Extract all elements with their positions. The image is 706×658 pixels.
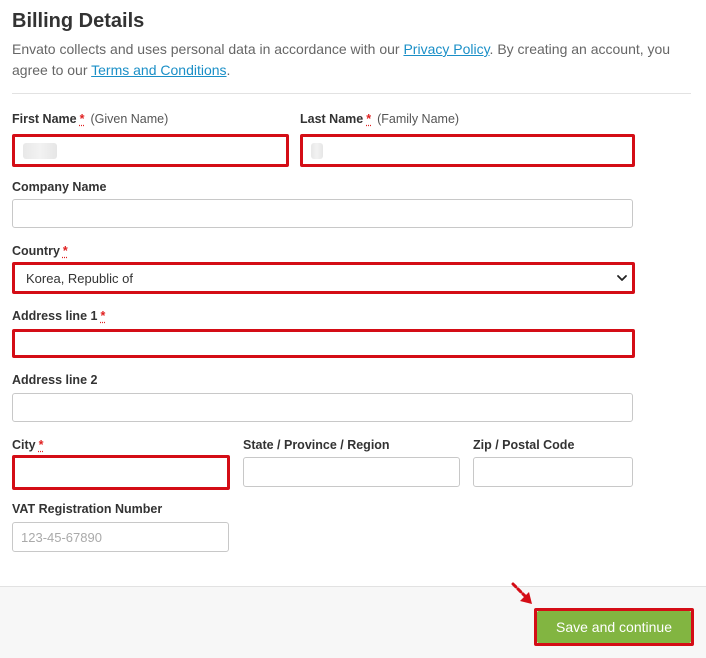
city-field[interactable] — [12, 455, 230, 490]
address2-field[interactable] — [12, 393, 633, 422]
country-value: Korea, Republic of — [26, 270, 133, 286]
page-title: Billing Details — [12, 10, 145, 32]
last-name-label: Last Name * (Family Name) — [300, 112, 460, 126]
privacy-policy-link[interactable]: Privacy Policy — [403, 41, 489, 57]
state-field[interactable] — [243, 457, 460, 487]
zip-label: Zip / Postal Code — [473, 438, 575, 452]
save-and-continue-button[interactable]: Save and continue — [537, 611, 691, 643]
intro-prefix: Envato collects and uses personal data i… — [12, 41, 404, 57]
required-marker: * — [79, 112, 85, 126]
divider — [12, 93, 691, 94]
vat-placeholder: 123-45-67890 — [21, 529, 102, 545]
last-name-hint: (Family Name) — [377, 112, 460, 126]
first-name-hint: (Given Name) — [90, 112, 169, 126]
address1-label: Address line 1 * — [12, 309, 106, 323]
first-name-field[interactable] — [12, 134, 289, 167]
state-label: State / Province / Region — [243, 438, 390, 452]
required-marker: * — [100, 309, 106, 323]
address1-field[interactable] — [12, 329, 635, 358]
chevron-down-icon — [617, 275, 627, 281]
vat-label: VAT Registration Number — [12, 502, 163, 516]
company-field[interactable] — [12, 199, 633, 228]
first-name-label: First Name * (Given Name) — [12, 112, 169, 126]
country-select[interactable]: Korea, Republic of — [12, 262, 635, 294]
intro-text: Envato collects and uses personal data i… — [12, 39, 697, 81]
country-label: Country * — [12, 244, 68, 258]
zip-field[interactable] — [473, 457, 633, 487]
required-marker: * — [38, 438, 44, 452]
arrow-pointer-icon — [511, 582, 532, 604]
company-label: Company Name — [12, 180, 107, 194]
address2-label: Address line 2 — [12, 373, 98, 387]
vat-field[interactable]: 123-45-67890 — [12, 522, 229, 552]
last-name-field[interactable] — [300, 134, 635, 167]
city-label: City * — [12, 438, 44, 452]
redacted-value — [311, 142, 323, 159]
intro-suffix: . — [226, 62, 231, 78]
save-button-highlight: Save and continue — [534, 608, 694, 646]
required-marker: * — [62, 244, 68, 258]
required-marker: * — [366, 112, 372, 126]
terms-link[interactable]: Terms and Conditions — [91, 62, 226, 78]
redacted-value — [23, 142, 57, 159]
